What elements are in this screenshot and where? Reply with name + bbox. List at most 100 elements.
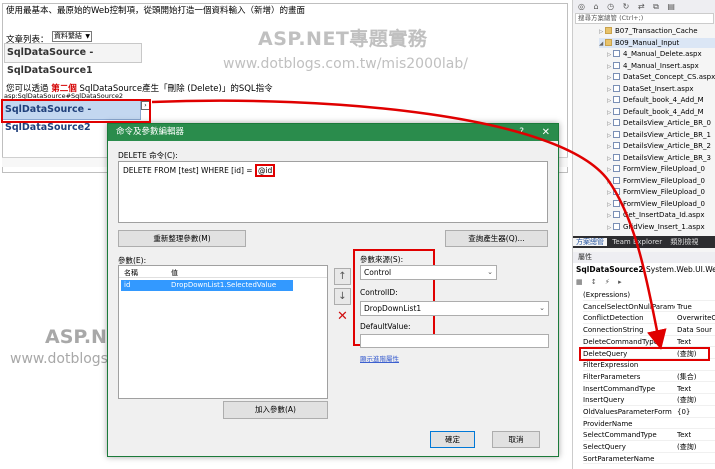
article-dropdownlist[interactable]: 資料繫結 ▼ — [52, 31, 92, 42]
property-row[interactable]: (Expressions) — [583, 290, 715, 301]
solution-tree-item[interactable]: ▷ Default_book_4_Add_M — [607, 95, 715, 106]
property-value: OverwriteC — [677, 314, 715, 323]
parameter-source-label: 參數來源(S): — [360, 255, 404, 264]
aspx-file-icon — [613, 73, 620, 80]
property-name: InsertQuery — [583, 396, 625, 405]
property-name: FilterExpression — [583, 361, 639, 370]
close-icon[interactable]: ✕ — [542, 124, 550, 141]
tree-item-label: FormView_FileUpload_0 — [623, 165, 705, 173]
solution-tree-item[interactable]: ▷ DataSet_Concept_CS.aspx — [607, 72, 715, 83]
smart-tag-icon[interactable]: › — [141, 101, 150, 110]
refresh-parameters-button[interactable]: 重新整理參數(M) — [118, 230, 246, 247]
aspx-file-icon — [613, 119, 620, 126]
solution-tree-item[interactable]: ▷ 4_Manual_Insert.aspx — [607, 61, 715, 72]
move-down-button[interactable]: ↓ — [334, 288, 351, 305]
move-up-button[interactable]: ↑ — [334, 268, 351, 285]
solution-tree-item[interactable]: ▷ DetailsView_Article_BR_2 — [607, 141, 715, 152]
query-builder-button[interactable]: 查詢產生器(Q)... — [445, 230, 548, 247]
show-advanced-properties-link[interactable]: 顯示進階屬性 — [360, 353, 399, 363]
controlid-selected-value: DropDownList1 — [364, 304, 422, 313]
aspx-file-icon — [613, 176, 620, 184]
control-tag-label: asp:SqlDataSource#SqlDataSource2 — [4, 92, 124, 100]
tree-item-label: 4_Manual_Delete.aspx — [623, 50, 702, 58]
property-row[interactable]: DeleteCommandType Text — [583, 337, 715, 348]
dialog-titlebar: 命令及參數編輯器 ? ✕ — [108, 124, 558, 141]
solution-toolbar[interactable]: ◎ ⌂ ◷ ↻ ⇄ ⧉ ▤ — [573, 0, 715, 13]
property-value: (查詢) — [677, 443, 697, 452]
property-row[interactable]: FilterParameters (集合) — [583, 372, 715, 383]
solution-tree-item[interactable]: ▷ Get_InsertData_Id.aspx — [607, 210, 715, 221]
parameter-source-select[interactable]: Control ⌄ — [360, 265, 497, 280]
controlid-select[interactable]: DropDownList1 ⌄ — [360, 301, 549, 316]
property-row[interactable]: ProviderName — [583, 419, 715, 430]
property-row[interactable]: InsertCommandType Text — [583, 384, 715, 395]
ok-button[interactable]: 確定 — [430, 431, 475, 448]
tab-team-explorer[interactable]: Team Explorer — [609, 238, 665, 246]
property-row[interactable]: FilterExpression — [583, 360, 715, 371]
solution-tree-item[interactable]: ▷ B07_Transaction_Cache — [599, 26, 715, 37]
property-name: (Expressions) — [583, 291, 631, 299]
parameter-row-id[interactable]: id DropDownList1.SelectedValue — [121, 280, 293, 291]
tree-item-label: DetailsView_Article_BR_0 — [623, 119, 711, 127]
solution-search-input[interactable]: 搜尋方案總管 (Ctrl+;) — [575, 13, 714, 24]
property-row[interactable]: InsertQuery (查詢) — [583, 395, 715, 406]
aspx-file-icon — [613, 96, 620, 103]
sqldatasource1-control[interactable]: SqlDataSource - SqlDataSource1 — [4, 43, 142, 76]
property-row[interactable]: SortParameterName — [583, 454, 715, 465]
property-name: SelectCommandType — [583, 431, 657, 440]
aspx-file-icon — [613, 222, 620, 230]
property-row[interactable]: CancelSelectOnNullParame True — [583, 302, 715, 313]
add-parameter-button[interactable]: 加入參數(A) — [223, 401, 328, 419]
aspx-file-icon — [613, 165, 620, 172]
watermark-title: ASP.NET專題實務 — [258, 28, 428, 50]
solution-tree-item[interactable]: ▷ FormView_FileUpload_0 — [607, 176, 715, 187]
chevron-down-icon: ▼ — [85, 33, 90, 40]
property-row[interactable]: OldValuesParameterForm {0} — [583, 407, 715, 418]
defaultvalue-input[interactable] — [360, 334, 549, 348]
solution-tree: ▷ B07_Transaction_Cache ◢ B09_Manual_Input ▷… — [573, 26, 715, 234]
property-row[interactable]: SelectQuery (查詢) — [583, 442, 715, 453]
solution-tabs: 方案總管 Team Explorer 類別檢視 — [573, 236, 715, 248]
tree-item-label: DetailsView_Article_BR_2 — [623, 142, 711, 150]
help-icon[interactable]: ? — [519, 124, 524, 141]
property-row[interactable]: ConflictDetection OverwriteC — [583, 313, 715, 324]
solution-tree-item[interactable]: ▷ DetailsView_Article_BR_3 — [607, 153, 715, 164]
solution-tree-item[interactable]: ▷ DetailsView_Article_BR_1 — [607, 130, 715, 141]
solution-tree-item[interactable]: ▷ Default_book_4_Add_M — [607, 107, 715, 118]
source-selected-value: Control — [364, 268, 392, 277]
property-name: FilterParameters — [583, 372, 641, 381]
solution-tree-item[interactable]: ▷ FormView_FileUpload_0 — [607, 199, 715, 210]
solution-tree-item[interactable]: ▷ FormView_FileUpload_0 — [607, 187, 715, 198]
dropdown-value: 資料繫結 — [54, 32, 82, 40]
delete-parameter-icon[interactable]: ✕ — [334, 308, 351, 325]
solution-tree-item[interactable]: ▷ DataSet_Insert.aspx — [607, 84, 715, 95]
solution-tree-item[interactable]: ◢ B09_Manual_Input — [599, 37, 715, 48]
parameters-listview[interactable]: 名稱 值 id DropDownList1.SelectedValue — [118, 265, 328, 399]
properties-object-selector[interactable]: SqlDataSource2 System.Web.UI.WebCo — [576, 264, 715, 276]
tree-item-label: FormView_FileUpload_0 — [623, 188, 705, 196]
solution-tree-item[interactable]: ▷ 4_Manual_Delete.aspx — [607, 49, 715, 60]
solution-tree-item[interactable]: ▷ FormView_FileUpload_0 — [607, 164, 715, 175]
delete-command-textarea[interactable]: DELETE FROM [test] WHERE [id] = @id — [118, 161, 548, 223]
tree-item-label: FormView_FileUpload_0 — [623, 176, 705, 185]
property-value: Text — [677, 431, 692, 440]
tree-item-label: B09_Manual_Input — [615, 38, 680, 47]
solution-tree-item[interactable]: ▷ DetailsView_Article_BR_0 — [607, 118, 715, 129]
sqldatasource2-control[interactable]: SqlDataSource - SqlDataSource2 — [2, 100, 141, 133]
deletequery-highlight — [579, 347, 710, 361]
column-value-header: 值 — [171, 269, 178, 277]
property-value: {0} — [677, 408, 691, 416]
controlid-label: ControlID: — [360, 288, 398, 297]
property-row[interactable]: SelectCommandType Text — [583, 430, 715, 441]
properties-toolbar[interactable]: ▦ ↕ ⚡ ▸ — [576, 277, 636, 288]
solution-tree-item[interactable]: ▷ GridView_Insert_1.aspx — [607, 222, 715, 233]
property-value: (查詢) — [677, 396, 697, 405]
tab-class-view[interactable]: 類別檢視 — [667, 238, 701, 246]
property-value: Text — [677, 384, 692, 393]
property-row[interactable]: ConnectionString Data Sour — [583, 325, 715, 336]
command-text: DELETE FROM [test] WHERE [id] = — [123, 166, 255, 175]
cancel-button[interactable]: 取消 — [492, 431, 540, 448]
command-param-id: @id — [254, 164, 276, 177]
tab-solution-explorer[interactable]: 方案總管 — [573, 238, 607, 246]
tree-item-label: Default_book_4_Add_M — [623, 107, 704, 116]
